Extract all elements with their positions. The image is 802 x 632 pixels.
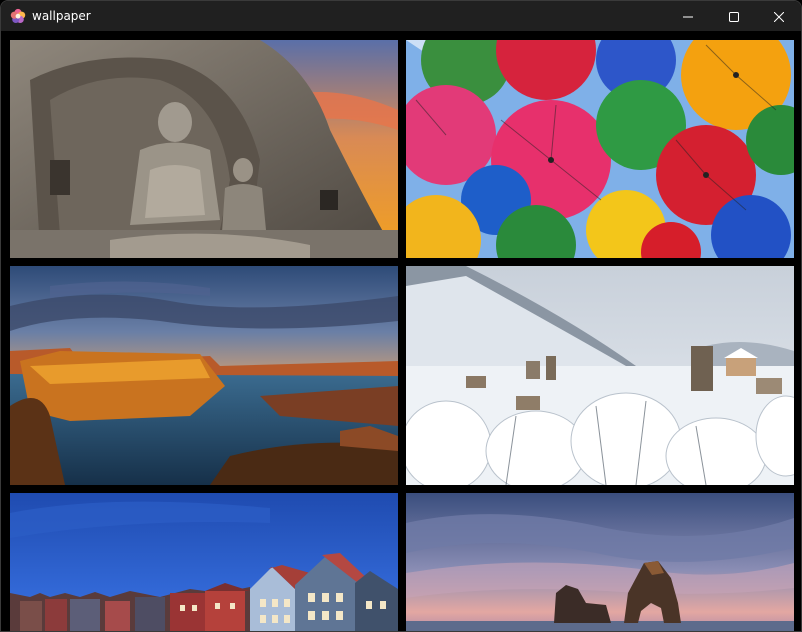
wallpaper-tile-umbrellas[interactable] <box>406 40 794 258</box>
window-title: wallpaper <box>32 9 91 23</box>
wallpaper-tile-sea-stacks[interactable] <box>406 493 794 631</box>
app-window: wallpaper <box>0 0 802 632</box>
maximize-button[interactable] <box>711 1 757 31</box>
flower-logo-icon <box>10 8 26 24</box>
minimize-icon <box>683 7 693 26</box>
close-button[interactable] <box>756 1 801 31</box>
wallpaper-tile-waterfront-houses[interactable] <box>10 493 398 631</box>
wallpaper-grid <box>1 31 801 631</box>
wallpaper-tile-canyon-lake[interactable] <box>10 266 398 485</box>
wallpaper-tile-snowy-village[interactable] <box>406 266 794 485</box>
wallpaper-tile-buddha-statues[interactable] <box>10 40 398 258</box>
title-bar[interactable]: wallpaper <box>1 1 801 31</box>
close-icon <box>773 7 785 26</box>
maximize-icon <box>729 7 739 26</box>
minimize-button[interactable] <box>665 1 711 31</box>
